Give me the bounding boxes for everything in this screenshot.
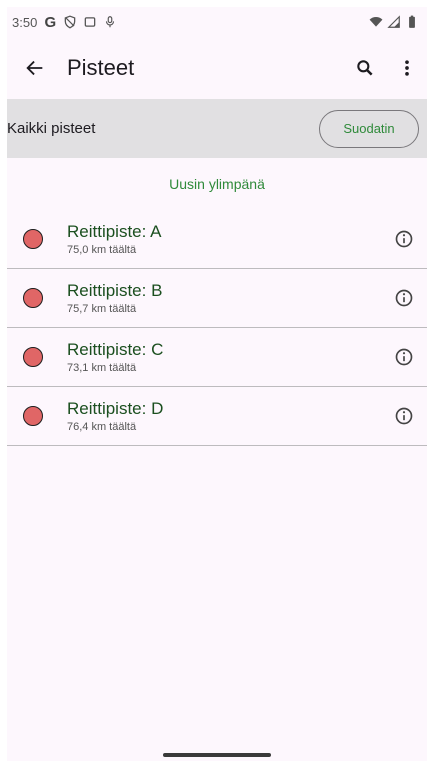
page-title: Pisteet	[67, 55, 135, 80]
point-name: Reittipiste: A	[67, 222, 162, 241]
wifi-icon	[369, 15, 383, 29]
info-icon	[395, 289, 413, 307]
search-icon	[357, 60, 373, 76]
point-marker-icon	[23, 229, 43, 249]
point-marker-icon	[23, 347, 43, 367]
point-distance: 73,1 km täältä	[67, 362, 137, 374]
more-vert-icon	[405, 60, 409, 76]
list-item[interactable]: Reittipiste: D 76,4 km täältä	[7, 387, 427, 446]
arrow-left-icon	[26, 60, 43, 76]
point-distance: 75,0 km täältä	[67, 244, 137, 256]
signal-icon	[387, 15, 401, 29]
info-icon	[395, 348, 413, 366]
point-name: Reittipiste: B	[67, 281, 163, 300]
app-bar-actions	[351, 54, 421, 82]
more-options-button[interactable]	[393, 54, 421, 82]
point-marker-icon	[23, 406, 43, 426]
filter-bar: Kaikki pisteet Suodatin	[7, 99, 427, 158]
app-bar: Pisteet	[7, 37, 427, 99]
gesture-nav-handle[interactable]	[163, 753, 271, 757]
info-icon	[395, 407, 413, 425]
info-button[interactable]	[391, 285, 417, 311]
google-g-icon: G	[44, 13, 57, 31]
shield-icon	[63, 15, 77, 29]
status-bar: 3:50 G	[7, 7, 427, 37]
list-item[interactable]: Reittipiste: A 75,0 km täältä	[7, 210, 427, 269]
status-right	[369, 15, 419, 29]
search-button[interactable]	[351, 54, 379, 82]
info-icon	[395, 230, 413, 248]
mic-icon	[103, 15, 117, 29]
screen-icon	[83, 15, 97, 29]
list-item[interactable]: Reittipiste: B 75,7 km täältä	[7, 269, 427, 328]
point-name: Reittipiste: D	[67, 399, 164, 418]
list-item[interactable]: Reittipiste: C 73,1 km täältä	[7, 328, 427, 387]
item-text: Reittipiste: B 75,7 km täältä	[67, 281, 162, 315]
info-button[interactable]	[391, 344, 417, 370]
point-name: Reittipiste: C	[67, 340, 164, 359]
item-text: Reittipiste: A 75,0 km täältä	[67, 222, 162, 256]
back-button[interactable]	[21, 54, 49, 82]
item-text: Reittipiste: D 76,4 km täältä	[67, 399, 163, 433]
sort-order-button[interactable]: Uusin ylimpänä	[7, 158, 427, 210]
info-button[interactable]	[391, 403, 417, 429]
status-time: 3:50	[12, 14, 38, 30]
point-marker-icon	[23, 288, 43, 308]
filter-button[interactable]: Suodatin	[319, 109, 419, 148]
screen: 3:50 G Pisteet Kaikki pisteet Suodatin U…	[7, 7, 427, 761]
info-button[interactable]	[391, 226, 417, 252]
item-text: Reittipiste: C 73,1 km täältä	[67, 340, 163, 374]
filter-label: Kaikki pisteet	[7, 120, 96, 137]
point-distance: 75,7 km täältä	[67, 303, 137, 315]
battery-icon	[405, 15, 419, 29]
points-list: Reittipiste: A 75,0 km täältä Reittipist…	[7, 210, 427, 446]
point-distance: 76,4 km täältä	[67, 421, 137, 433]
status-left: 3:50 G	[12, 13, 117, 31]
